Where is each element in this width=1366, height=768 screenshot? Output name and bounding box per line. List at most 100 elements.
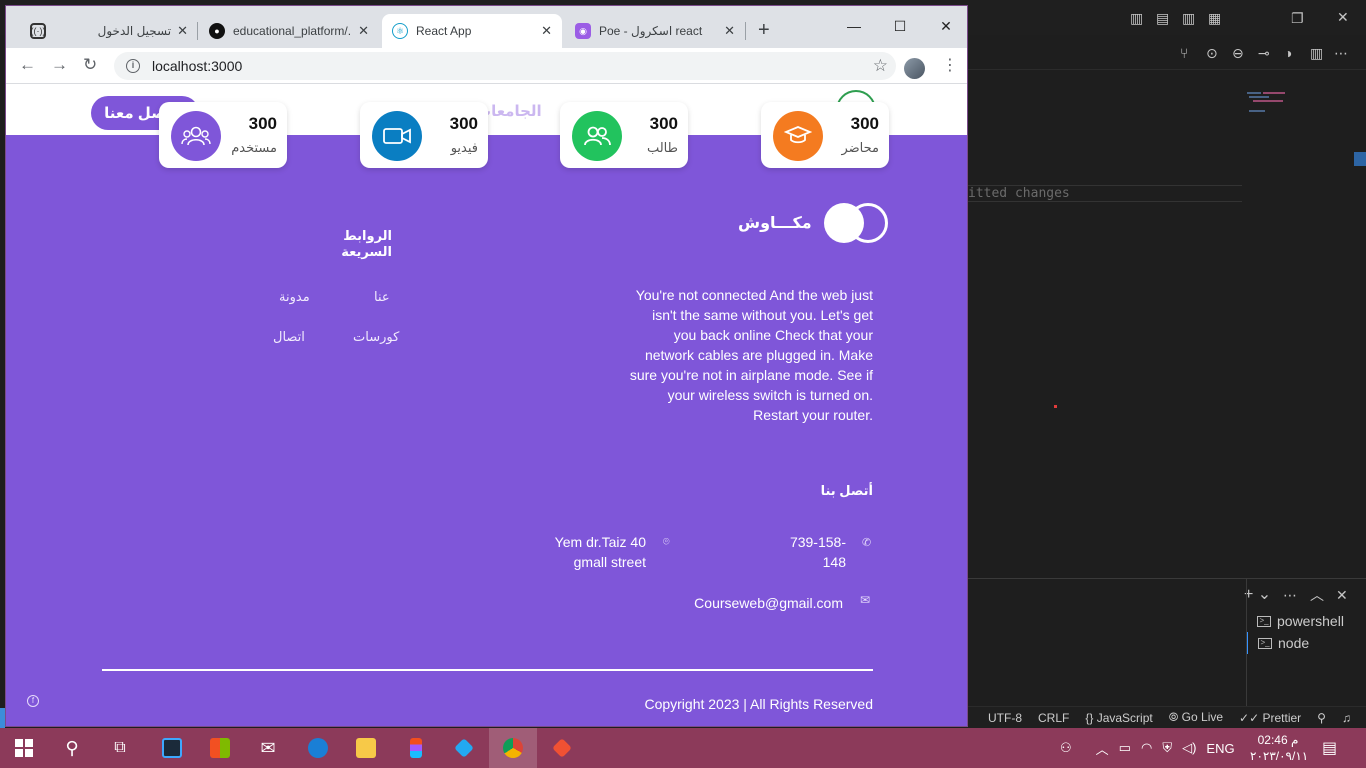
bookmark-star-icon[interactable]: ☆ <box>873 56 888 76</box>
contact-email[interactable]: Courseweb@gmail.com <box>676 593 843 613</box>
minimap <box>1245 90 1295 120</box>
split-editor-icon[interactable]: ▥ <box>1310 45 1323 61</box>
panel-more-icon[interactable]: ⋯ <box>1283 587 1297 603</box>
quick-link-about[interactable]: عنا <box>374 289 390 305</box>
users-icon <box>572 111 622 161</box>
terminal-item-powershell[interactable]: >_ powershell <box>1247 610 1366 632</box>
tab-poe[interactable]: ◉ Poe - اسكرول react ✕ <box>565 14 745 48</box>
close-tab-icon[interactable]: ✕ <box>541 23 552 39</box>
defender-icon[interactable] <box>148 728 196 768</box>
location-icon: ⌾ <box>663 536 670 548</box>
reload-icon[interactable]: ↻ <box>83 56 97 74</box>
address-bar[interactable]: i localhost:3000 ☆ <box>114 52 896 80</box>
minimize-button[interactable]: — <box>831 12 877 40</box>
maximize-panel-icon[interactable]: ︿ <box>1310 587 1324 603</box>
close-tab-icon[interactable]: ✕ <box>358 23 369 39</box>
more-actions-icon[interactable]: ⋯ <box>1334 45 1348 61</box>
status-language-label: JavaScript <box>1096 710 1153 725</box>
scm-message: itted changes <box>968 185 1242 202</box>
status-golive[interactable]: ⦾ Go Live <box>1169 710 1223 725</box>
site-info-icon[interactable]: i <box>126 59 140 73</box>
browser-toolbar: ← → ↻ i localhost:3000 ☆ ⋮ <box>6 48 967 84</box>
url-text[interactable]: localhost:3000 <box>152 58 242 74</box>
tab-github[interactable]: ● educational_platform/... ✕ <box>199 14 379 48</box>
tray-expand-icon[interactable]: ︿ <box>1096 739 1109 758</box>
security-icon[interactable]: ⛨ <box>1162 740 1172 756</box>
contact-address: Yem dr.Taiz 40 gmall street <box>554 534 646 570</box>
commit-icon[interactable]: ⊙ <box>1206 45 1218 61</box>
action-center-icon[interactable]: ▤ <box>1322 738 1337 758</box>
git-icon[interactable] <box>538 728 586 768</box>
status-eol[interactable]: CRLF <box>1038 711 1069 725</box>
profile-avatar[interactable] <box>904 58 925 79</box>
vscode-icon[interactable] <box>440 728 488 768</box>
mail-app-icon[interactable]: ✉ <box>244 728 292 768</box>
toggle-secondary-sidebar-icon[interactable]: ▥ <box>1182 10 1195 26</box>
scm-toolbar: ⑂ ⊙ ⊖ ⊸ ◑ ▥ ⋯ <box>968 35 1366 70</box>
quick-link-contact[interactable]: اتصال <box>273 329 305 345</box>
close-button[interactable]: ✕ <box>923 12 967 40</box>
language-indicator[interactable]: ENG <box>1206 741 1234 756</box>
toggle-sidebar-icon[interactable]: ▥ <box>1130 10 1143 26</box>
people-icon[interactable]: ⚇ <box>1060 740 1072 756</box>
back-icon[interactable]: ← <box>19 56 36 74</box>
task-view-icon[interactable]: ⧉ <box>96 728 144 768</box>
arrow-icon[interactable]: ⊸ <box>1258 45 1270 61</box>
file-explorer-icon[interactable] <box>342 728 390 768</box>
quick-link-courses[interactable]: كورسات <box>353 329 399 345</box>
history-icon[interactable]: ◑ <box>1284 45 1292 61</box>
status-prettier[interactable]: ✓✓ Prettier <box>1239 711 1301 725</box>
customize-layout-icon[interactable]: ▦ <box>1208 10 1221 26</box>
quick-links-title: الروابط السريعة <box>341 228 392 259</box>
close-panel-icon[interactable]: ✕ <box>1336 587 1348 603</box>
quick-link-blog[interactable]: مدونة <box>279 289 310 305</box>
search-icon[interactable]: ⚲ <box>48 728 96 768</box>
edge-icon[interactable] <box>294 728 342 768</box>
volume-icon[interactable]: ◁) <box>1182 740 1196 756</box>
stat-value: 300 <box>649 114 678 133</box>
poe-icon: ◉ <box>575 23 591 39</box>
terminal-item-node[interactable]: >_ node <box>1247 632 1366 654</box>
status-language[interactable]: {} JavaScript <box>1085 711 1152 725</box>
wifi-icon[interactable]: ◠ <box>1141 740 1152 756</box>
branch-icon[interactable]: ⑂ <box>1180 45 1188 61</box>
commit-icon-2[interactable]: ⊖ <box>1232 45 1244 61</box>
tab-react-app[interactable]: ⚛ React App ✕ <box>382 14 562 48</box>
tab-strip: ((·)) تسجيل الدخول ✕ ● educational_platf… <box>6 6 967 48</box>
stat-label: مستخدم <box>231 140 277 155</box>
forward-icon[interactable]: → <box>51 56 68 74</box>
taskbar-clock[interactable]: 02:46 م ٢٠٢٣/٠٩/١١ <box>1250 732 1308 764</box>
notifications-icon[interactable]: ♫ <box>1342 711 1351 725</box>
stat-card-students: 300 طالب <box>560 102 688 168</box>
browser-window: ((·)) تسجيل الدخول ✕ ● educational_platf… <box>5 5 968 727</box>
react-icon: ⚛ <box>392 23 408 39</box>
stat-card-videos: 300 فيديو <box>360 102 488 168</box>
browser-menu-icon[interactable]: ⋮ <box>942 58 958 74</box>
tab-login[interactable]: ((·)) تسجيل الدخول ✕ <box>20 14 198 48</box>
chrome-icon[interactable] <box>489 728 537 768</box>
maximize-button[interactable]: ☐ <box>877 12 923 40</box>
battery-icon[interactable]: ▭ <box>1119 740 1131 756</box>
new-terminal-icon[interactable]: + ⌄ <box>1244 587 1271 603</box>
statusbar: UTF-8 CRLF {} JavaScript ⦾ Go Live ✓✓ Pr… <box>968 706 1366 728</box>
new-tab-button[interactable]: + <box>758 20 770 40</box>
toggle-panel-icon[interactable]: ▤ <box>1156 10 1169 26</box>
stat-label: محاضر <box>841 140 879 155</box>
windows-taskbar: ⚲ ⧉ ✉ ⚇ ︿ ▭ ◠ ⛨ ◁) ENG 02:46 م ٢٠٢٣/٠٩/١… <box>0 728 1366 768</box>
copyright-text: Copyright 2023 | All Rights Reserved <box>644 696 873 712</box>
close-window-icon[interactable]: ✕ <box>1337 9 1349 25</box>
status-encoding[interactable]: UTF-8 <box>988 711 1022 725</box>
contact-phone[interactable]: 739-158-148 <box>776 532 846 572</box>
windows-start-icon[interactable] <box>0 728 48 768</box>
feedback-icon[interactable]: ⚲ <box>1317 711 1326 725</box>
restore-window-icon[interactable]: ❐ <box>1291 10 1304 26</box>
error-marker <box>1054 405 1057 408</box>
video-icon <box>372 111 422 161</box>
scroll-indicator[interactable] <box>1354 152 1366 166</box>
close-tab-icon[interactable]: ✕ <box>724 23 735 39</box>
close-tab-icon[interactable]: ✕ <box>177 23 188 39</box>
figma-icon[interactable] <box>392 728 440 768</box>
facebook-icon[interactable]: f <box>27 695 39 707</box>
store-icon[interactable] <box>196 728 244 768</box>
terminal-icon: >_ <box>1257 615 1271 627</box>
